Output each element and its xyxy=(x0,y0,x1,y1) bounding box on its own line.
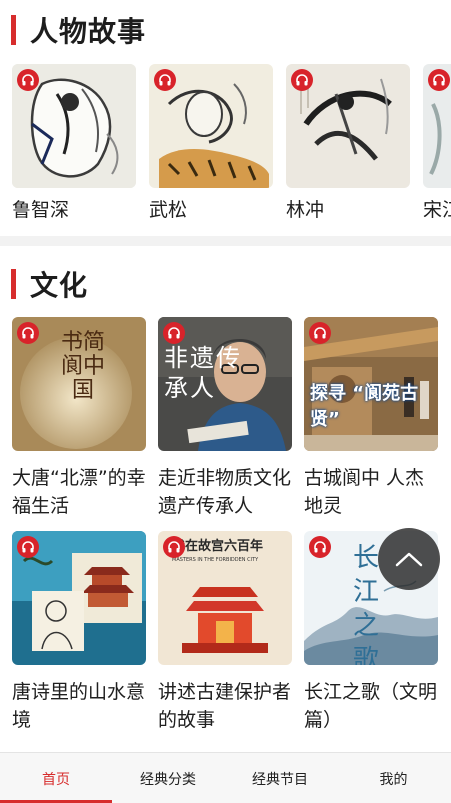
culture-card-thumbnail[interactable]: 非遗传承人 xyxy=(158,317,292,451)
bottom-tab-bar: 首页 经典分类 经典节目 我的 xyxy=(0,752,451,803)
thumbnail-overlay-text: 书简阆中国 xyxy=(60,330,105,403)
headphones-icon xyxy=(163,536,185,558)
tab-label: 首页 xyxy=(42,771,70,788)
tab-label: 我的 xyxy=(379,771,408,788)
culture-card-label[interactable]: 唐诗里的山水意境 xyxy=(12,678,147,734)
headphones-icon xyxy=(17,322,39,344)
culture-card-thumbnail[interactable] xyxy=(12,531,146,665)
headphones-icon xyxy=(163,322,185,344)
headphones-icon xyxy=(154,69,176,91)
headphones-icon xyxy=(17,536,39,558)
headphones-icon xyxy=(309,536,331,558)
headphones-icon xyxy=(428,69,450,91)
scroll-to-top-button[interactable] xyxy=(378,528,440,590)
character-card-thumbnail[interactable] xyxy=(286,64,410,188)
chevron-up-icon xyxy=(395,552,423,567)
character-card-thumbnail[interactable] xyxy=(423,64,451,188)
character-card-label[interactable]: 鲁智深 xyxy=(12,196,69,224)
headphones-icon xyxy=(291,69,313,91)
section-title-characters: 人物故事 xyxy=(0,10,146,50)
character-card-thumbnail[interactable] xyxy=(149,64,273,188)
headphones-icon xyxy=(17,69,39,91)
culture-card-thumbnail[interactable]: 探寻 “阆苑古贤” xyxy=(304,317,438,451)
character-card-label[interactable]: 宋江 xyxy=(423,196,451,224)
headphones-icon xyxy=(309,322,331,344)
thumbnail-overlay-text: 探寻 “阆苑古贤” xyxy=(310,383,419,430)
thumbnail-overlay-subtext: MASTERS IN THE FORBIDDEN CITY xyxy=(172,557,259,563)
culture-card-label[interactable]: 讲述古建保护者的故事 xyxy=(158,678,293,734)
tab-label: 经典分类 xyxy=(140,771,196,788)
section-title-text: 人物故事 xyxy=(30,15,147,48)
thumbnail-overlay-text: 非遗传承人 xyxy=(164,344,242,402)
section-title-text: 文化 xyxy=(30,269,89,302)
culture-card-label[interactable]: 长江之歌（文明篇） xyxy=(304,678,439,734)
thumbnail-overlay-text: 我在故宫六百年 xyxy=(172,539,264,554)
tab-label: 经典节目 xyxy=(252,771,308,788)
tab-home[interactable]: 首页 xyxy=(0,753,112,803)
character-card-thumbnail[interactable] xyxy=(12,64,136,188)
culture-card-thumbnail[interactable]: 书简阆中国 xyxy=(12,317,146,451)
character-card-label[interactable]: 林冲 xyxy=(286,196,324,224)
tab-classic-categories[interactable]: 经典分类 xyxy=(112,753,224,803)
tab-classic-programs[interactable]: 经典节目 xyxy=(224,753,336,803)
culture-card-label[interactable]: 古城阆中 人杰地灵 xyxy=(304,464,439,520)
section-title-culture: 文化 xyxy=(0,264,88,304)
title-accent-bar xyxy=(11,15,16,45)
section-divider xyxy=(0,236,451,246)
character-card-label[interactable]: 武松 xyxy=(149,196,187,224)
culture-card-thumbnail[interactable]: 我在故宫六百年 MASTERS IN THE FORBIDDEN CITY xyxy=(158,531,292,665)
culture-card-label[interactable]: 大唐“北漂”的幸福生活 xyxy=(12,464,147,520)
culture-card-label[interactable]: 走近非物质文化遗产传承人 xyxy=(158,464,293,520)
tab-mine[interactable]: 我的 xyxy=(336,753,451,803)
title-accent-bar xyxy=(11,269,16,299)
